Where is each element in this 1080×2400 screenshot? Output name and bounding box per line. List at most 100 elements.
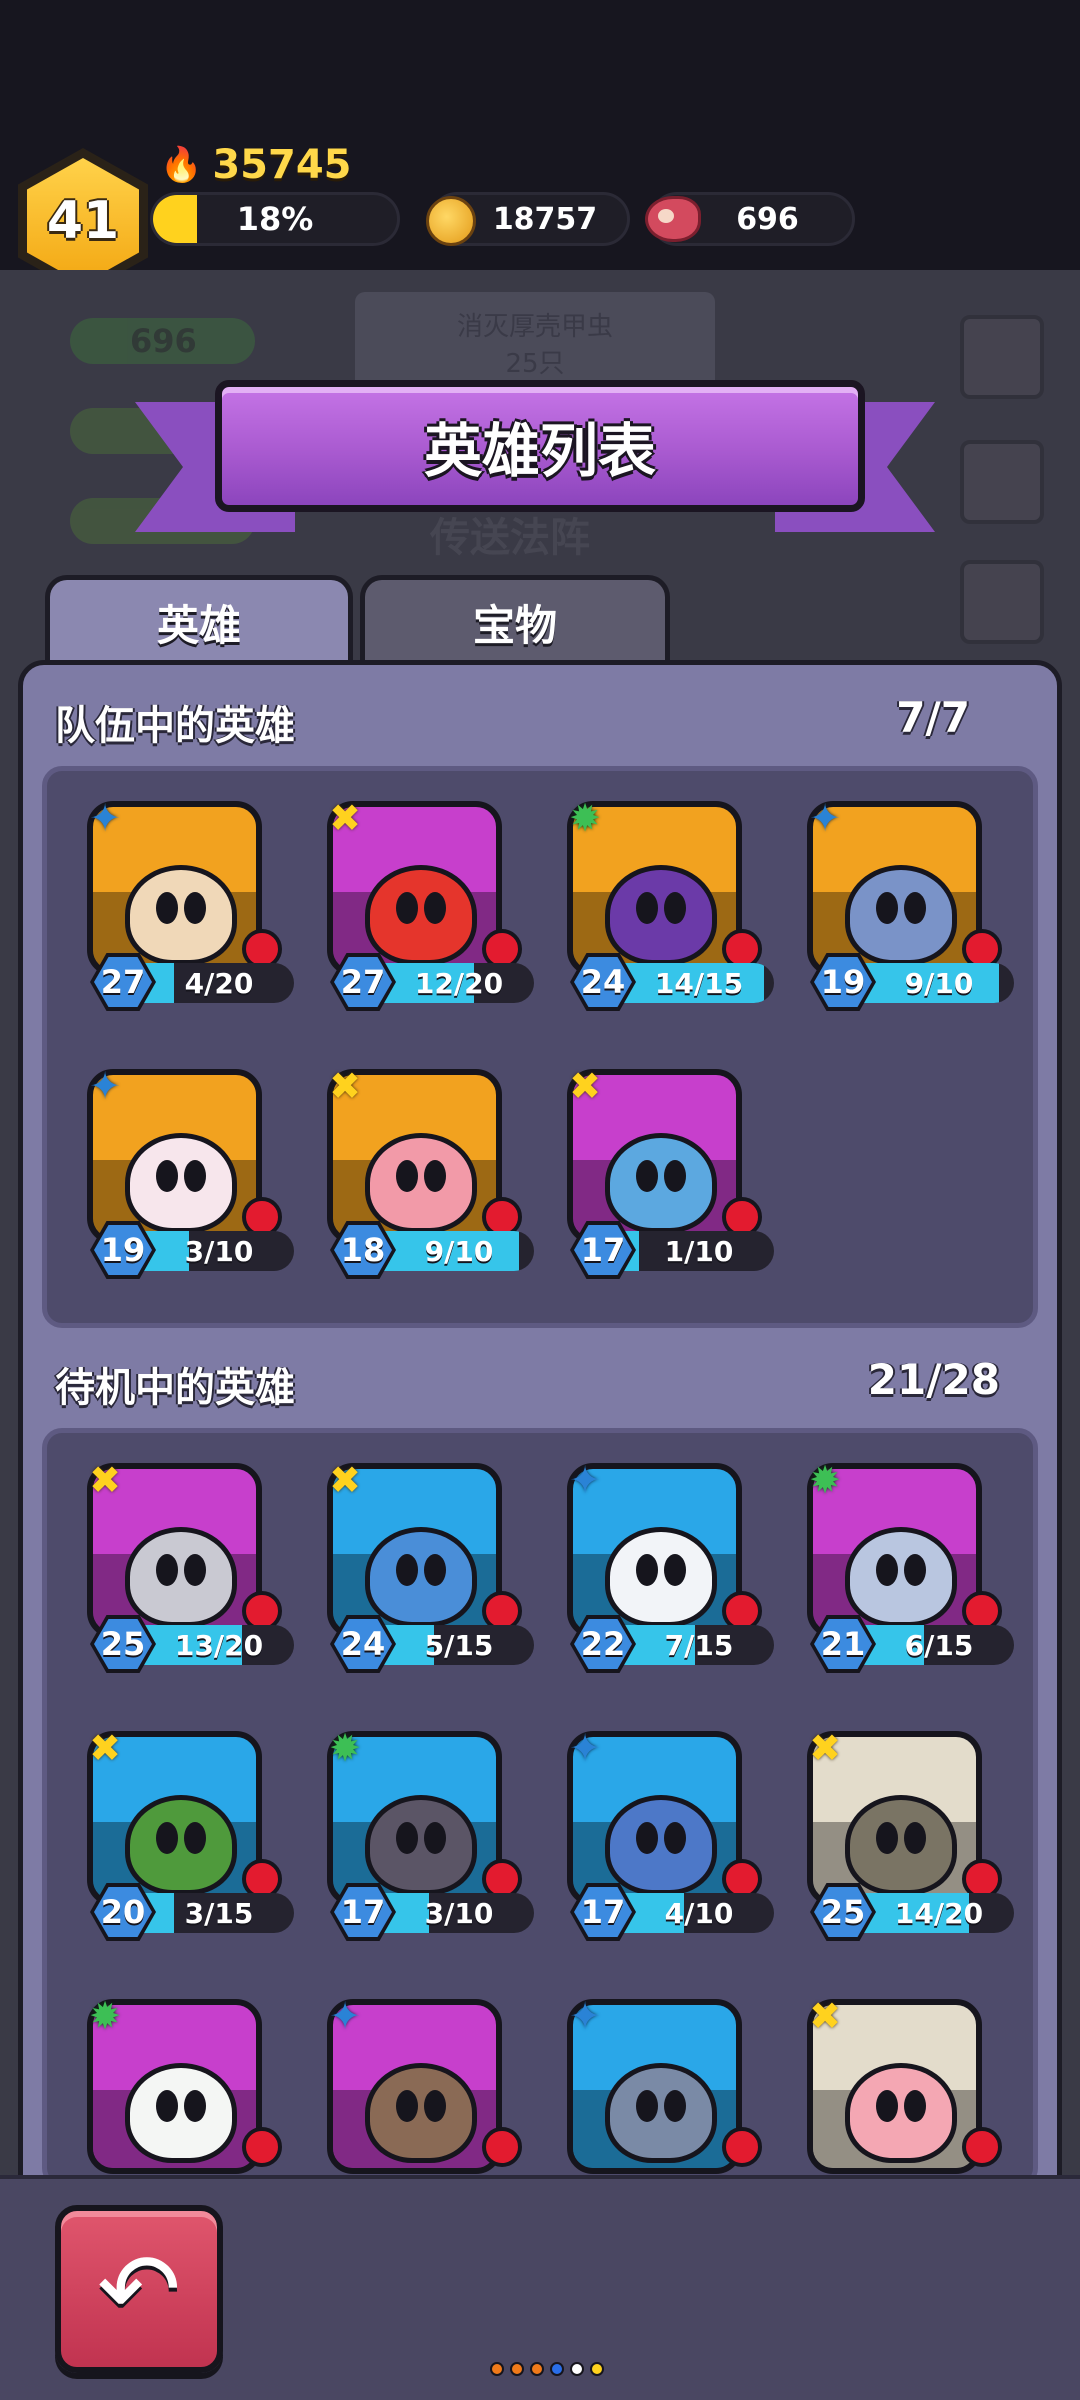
hero-creature: [365, 1527, 477, 1627]
hero-card[interactable]: ✖ 1/10 17: [542, 1049, 774, 1279]
blue-role-icon: ✦: [569, 1726, 601, 1770]
hero-eye: [636, 1822, 658, 1854]
tab-heroes[interactable]: 英雄: [45, 575, 353, 665]
hero-shard-count: 9/10: [424, 1234, 494, 1268]
yellow-role-icon: ✖: [89, 1726, 121, 1770]
hero-shard-count: 1/10: [664, 1234, 734, 1268]
hero-eye: [396, 1160, 418, 1192]
hero-card[interactable]: ✖: [782, 1979, 1012, 2183]
hero-card[interactable]: ✹ 3/10 17: [302, 1711, 534, 1941]
hero-card[interactable]: ✖ 12/20 27: [302, 781, 534, 1011]
hero-card[interactable]: ✖ 9/10 18: [302, 1049, 534, 1279]
hero-level: 27: [94, 957, 152, 1007]
hero-level: 24: [574, 957, 632, 1007]
tab-heroes-label: 英雄: [156, 601, 241, 650]
hero-eye: [184, 1160, 206, 1192]
hero-eye: [904, 892, 926, 924]
yellow-role-icon: ✖: [329, 1064, 361, 1108]
hero-shard-count: 9/10: [904, 966, 974, 1000]
hero-eye: [184, 1822, 206, 1854]
hero-shard-bar: 5/15: [384, 1625, 534, 1665]
hero-shard-bar: 3/15: [144, 1893, 294, 1933]
hero-eye: [424, 1160, 446, 1192]
blue-role-icon: ✦: [569, 1458, 601, 1502]
page-title: 英雄列表: [423, 417, 656, 485]
hero-creature: [845, 1795, 957, 1895]
background-quest: 消灭厚壳甲虫 25只: [355, 292, 715, 392]
hero-eye: [156, 892, 178, 924]
hero-shard-count: 3/10: [184, 1234, 254, 1268]
hero-creature: [125, 865, 237, 965]
hero-shard-count: 4/10: [664, 1896, 734, 1930]
hero-creature: [125, 1133, 237, 1233]
yellow-role-icon: ✖: [89, 1458, 121, 1502]
hero-card[interactable]: ✖ 5/15 24: [302, 1443, 534, 1673]
hero-eye: [664, 1160, 686, 1192]
hero-creature: [125, 1527, 237, 1627]
hero-shard-bar: 9/10: [384, 1231, 534, 1271]
fire-icon: 🔥: [160, 145, 203, 185]
hero-eye: [396, 1554, 418, 1586]
back-button[interactable]: ↶: [55, 2205, 223, 2373]
tab-treasures-label: 宝物: [472, 601, 557, 650]
notification-dot: [242, 2127, 282, 2167]
hero-creature: [365, 2063, 477, 2163]
yellow-role-icon: ✖: [329, 796, 361, 840]
yellow-role-icon: ✖: [809, 1994, 841, 2038]
hero-card[interactable]: ✹ 6/15 21: [782, 1443, 1014, 1673]
hero-eye: [664, 1554, 686, 1586]
hero-card[interactable]: ✦: [302, 1979, 532, 2183]
hero-card[interactable]: ✖ 3/15 20: [62, 1711, 294, 1941]
power-display: 🔥 35745: [160, 142, 352, 188]
tab-treasures[interactable]: 宝物: [360, 575, 670, 665]
notification-dot: [962, 2127, 1002, 2167]
hero-level: 17: [574, 1887, 632, 1937]
notification-dot: [482, 2127, 522, 2167]
hero-card[interactable]: ✖ 13/20 25: [62, 1443, 294, 1673]
hero-card[interactable]: ✦ 3/10 19: [62, 1049, 294, 1279]
hero-eye: [636, 2090, 658, 2122]
hero-shard-bar: 1/10: [624, 1231, 774, 1271]
hero-eye: [424, 1822, 446, 1854]
hero-card[interactable]: ✦ 4/10 17: [542, 1711, 774, 1941]
hero-eye: [876, 892, 898, 924]
hero-shard-bar: 14/20: [864, 1893, 1014, 1933]
hero-eye: [396, 2090, 418, 2122]
background-map-icon: [960, 440, 1044, 524]
page-dot: [550, 2362, 564, 2376]
hero-eye: [156, 1554, 178, 1586]
hero-card[interactable]: ✦ 7/15 22: [542, 1443, 774, 1673]
blue-role-icon: ✦: [89, 796, 121, 840]
hero-shard-count: 6/15: [904, 1628, 974, 1662]
hero-creature: [125, 1795, 237, 1895]
yellow-role-icon: ✖: [809, 1726, 841, 1770]
hero-level: 17: [334, 1887, 392, 1937]
hero-card[interactable]: ✦ 4/20 27: [62, 781, 294, 1011]
hero-level: 27: [334, 957, 392, 1007]
blue-role-icon: ✦: [569, 1994, 601, 2038]
hero-eye: [904, 1822, 926, 1854]
hero-creature: [365, 865, 477, 965]
notification-dot: [722, 2127, 762, 2167]
yellow-role-icon: ✖: [569, 1064, 601, 1108]
hero-creature: [605, 1133, 717, 1233]
hero-card[interactable]: ✹: [62, 1979, 292, 2183]
hero-level: 24: [334, 1619, 392, 1669]
hero-shard-bar: 3/10: [144, 1231, 294, 1271]
hero-shard-count: 3/15: [184, 1896, 254, 1930]
hero-eye: [184, 2090, 206, 2122]
hero-card[interactable]: ✹ 14/15 24: [542, 781, 774, 1011]
hero-card[interactable]: ✦: [542, 1979, 772, 2183]
hero-level: 19: [814, 957, 872, 1007]
bench-section-title: 待机中的英雄: [55, 1365, 295, 1411]
hero-level: 25: [94, 1619, 152, 1669]
hero-creature: [605, 1527, 717, 1627]
hero-shard-bar: 13/20: [144, 1625, 294, 1665]
hero-card[interactable]: ✦ 9/10 19: [782, 781, 1014, 1011]
hero-creature: [605, 865, 717, 965]
background-cards-icon: [960, 315, 1044, 399]
hero-card[interactable]: ✖ 14/20 25: [782, 1711, 1014, 1941]
bench-grid: ✖ 13/20 25 ✖ 5/15 24 ✦ 7/15 22 ✹ 6/15 21 ✖ 3/15 20 ✹ 3/1…: [42, 1428, 1038, 2188]
hero-eye: [664, 1822, 686, 1854]
power-value: 35745: [212, 142, 352, 188]
